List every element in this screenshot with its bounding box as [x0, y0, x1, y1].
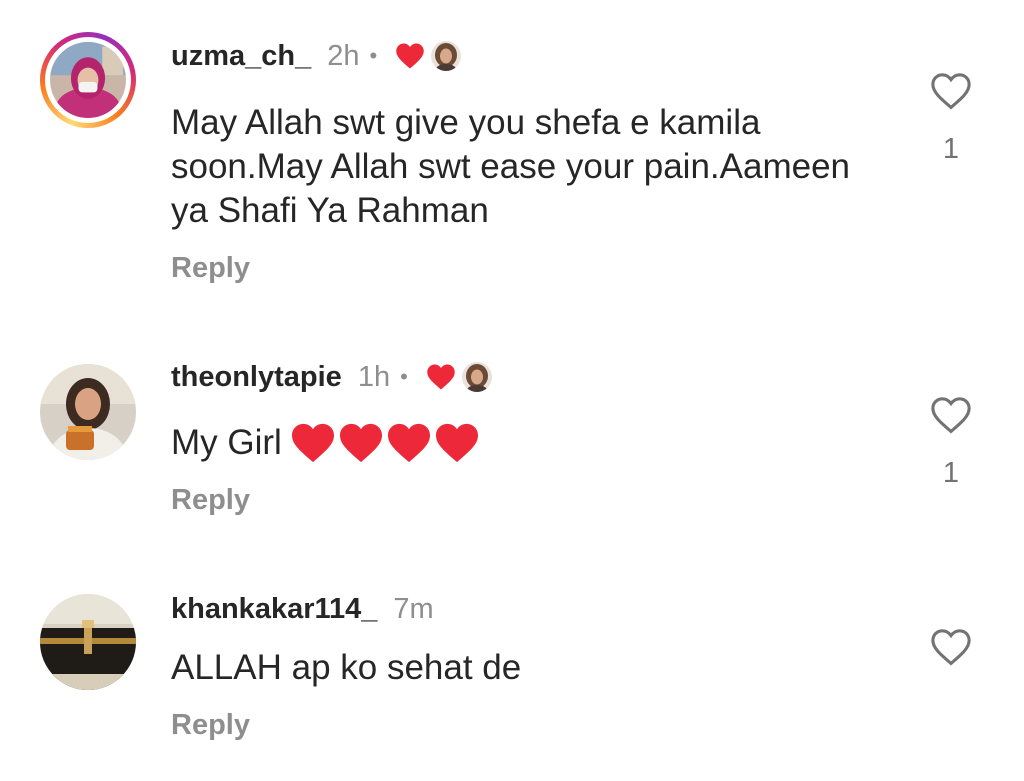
reply-button[interactable]: Reply — [171, 484, 250, 517]
comment-text: ALLAH ap ko sehat de — [171, 648, 522, 687]
avatar-wrapper[interactable] — [40, 594, 136, 690]
comment-text: My Girl — [171, 421, 871, 465]
avatar — [40, 364, 136, 460]
avatar-wrapper[interactable] — [40, 364, 136, 460]
red-heart-emoji-icon — [291, 423, 334, 463]
red-heart-icon — [427, 364, 455, 390]
comment-item: uzma_ch_ 2h • May Allah swt give you she… — [0, 0, 1024, 300]
heart-outline-icon[interactable] — [930, 396, 972, 434]
liked-by-creator — [395, 41, 462, 71]
creator-avatar — [461, 362, 492, 392]
timestamp: 1h — [357, 360, 391, 393]
liked-by-creator — [426, 362, 492, 392]
reply-button[interactable]: Reply — [171, 252, 250, 285]
avatar — [50, 42, 126, 118]
red-heart-icon — [396, 43, 424, 69]
creator-avatar — [431, 41, 462, 71]
separator-dot: • — [400, 364, 408, 389]
separator-dot: • — [369, 43, 378, 68]
red-heart-emoji-icon — [435, 423, 478, 463]
like-count: 1 — [942, 457, 960, 489]
heart-outline-icon[interactable] — [930, 628, 972, 666]
comment-text: May Allah swt give you shefa e kamila so… — [171, 103, 850, 230]
reply-button[interactable]: Reply — [171, 709, 250, 742]
username[interactable]: theonlytapie — [171, 361, 342, 394]
avatar-story-ring[interactable] — [40, 32, 136, 128]
red-heart-emoji-icon — [387, 423, 430, 463]
red-heart-emoji-icon — [339, 423, 382, 463]
timestamp: 7m — [393, 592, 434, 625]
like-count: 1 — [942, 133, 960, 165]
username[interactable]: uzma_ch_ — [171, 40, 311, 73]
comment-item: theonlytapie 1h • My Girl Reply 1 — [0, 340, 1024, 540]
comment-item: khankakar114_ 7m ALLAH ap ko sehat de Re… — [0, 572, 1024, 772]
timestamp: 2h — [327, 39, 360, 72]
heart-outline-icon[interactable] — [930, 72, 972, 110]
comment-text-content: My Girl — [171, 423, 282, 462]
username[interactable]: khankakar114_ — [171, 593, 377, 626]
avatar — [40, 594, 136, 690]
heart-emojis — [290, 422, 480, 464]
